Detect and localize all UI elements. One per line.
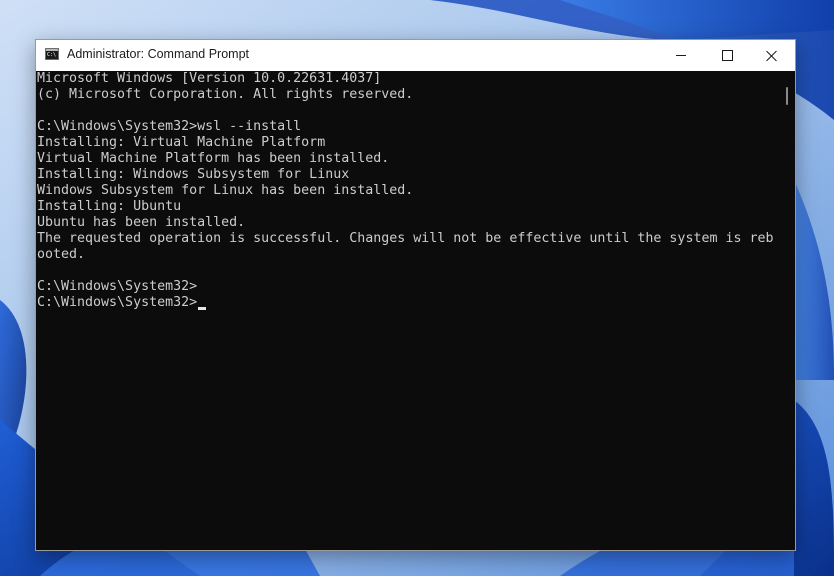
- console-prompt-line: C:\Windows\System32>: [37, 295, 198, 310]
- title-bar[interactable]: C:\ Administrator: Command Prompt: [36, 40, 795, 71]
- console-line: ooted.: [37, 247, 86, 262]
- close-icon: [766, 50, 778, 62]
- close-button[interactable]: [749, 40, 795, 71]
- cmd-icon-text: C:\: [47, 52, 57, 58]
- minimize-button[interactable]: [658, 40, 704, 71]
- text-cursor: [198, 307, 206, 310]
- vertical-scrollbar[interactable]: [778, 71, 795, 550]
- console-line: Installing: Windows Subsystem for Linux: [37, 167, 350, 182]
- window-title: Administrator: Command Prompt: [67, 47, 250, 61]
- console-line: Windows Subsystem for Linux has been ins…: [37, 183, 414, 198]
- maximize-button[interactable]: [704, 40, 750, 71]
- console-line: Ubuntu has been installed.: [37, 215, 246, 230]
- console-line: Virtual Machine Platform has been instal…: [37, 151, 390, 166]
- console-line: (c) Microsoft Corporation. All rights re…: [37, 87, 414, 102]
- maximize-icon: [721, 50, 733, 61]
- cmd-icon[interactable]: C:\: [45, 48, 59, 60]
- console-line: Microsoft Windows [Version 10.0.22631.40…: [37, 71, 382, 86]
- console-output[interactable]: Microsoft Windows [Version 10.0.22631.40…: [36, 71, 778, 550]
- console-line: Installing: Virtual Machine Platform: [37, 135, 326, 150]
- console-line: C:\Windows\System32>wsl --install: [37, 119, 302, 134]
- minimize-icon: [676, 55, 686, 56]
- console-line: C:\Windows\System32>: [37, 279, 198, 294]
- command-prompt-window[interactable]: C:\ Administrator: Command Prompt Micros…: [35, 39, 796, 551]
- console-line: The requested operation is successful. C…: [37, 231, 774, 246]
- console-line: Installing: Ubuntu: [37, 199, 182, 214]
- scrollbar-thumb[interactable]: [786, 87, 788, 105]
